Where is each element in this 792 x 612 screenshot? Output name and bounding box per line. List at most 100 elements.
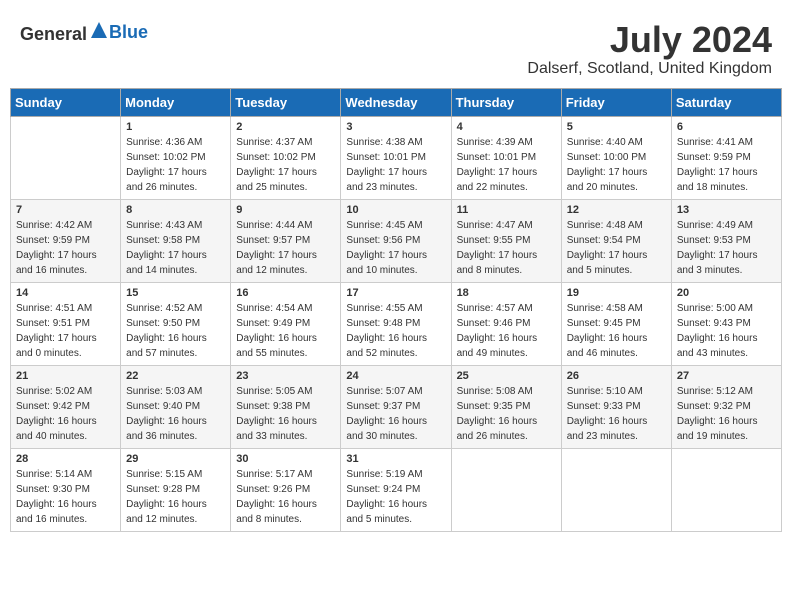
day-info: Sunrise: 5:00 AMSunset: 9:43 PMDaylight:… <box>677 301 776 361</box>
calendar-cell: 28 Sunrise: 5:14 AMSunset: 9:30 PMDayligh… <box>11 448 121 531</box>
day-info: Sunrise: 4:41 AMSunset: 9:59 PMDaylight:… <box>677 135 776 195</box>
calendar-cell: 14 Sunrise: 4:51 AMSunset: 9:51 PMDayligh… <box>11 282 121 365</box>
day-info: Sunrise: 4:51 AMSunset: 9:51 PMDaylight:… <box>16 301 115 361</box>
day-number: 2 <box>236 121 335 133</box>
calendar-cell: 17 Sunrise: 4:55 AMSunset: 9:48 PMDayligh… <box>341 282 451 365</box>
day-info: Sunrise: 5:17 AMSunset: 9:26 PMDaylight:… <box>236 467 335 527</box>
calendar-cell: 18 Sunrise: 4:57 AMSunset: 9:46 PMDayligh… <box>451 282 561 365</box>
day-number: 24 <box>346 370 445 382</box>
calendar-week-row: 14 Sunrise: 4:51 AMSunset: 9:51 PMDayligh… <box>11 282 782 365</box>
weekday-header: Thursday <box>451 88 561 116</box>
day-info: Sunrise: 4:55 AMSunset: 9:48 PMDaylight:… <box>346 301 445 361</box>
day-number: 12 <box>567 204 666 216</box>
calendar-cell: 9 Sunrise: 4:44 AMSunset: 9:57 PMDaylight… <box>231 199 341 282</box>
calendar-cell: 12 Sunrise: 4:48 AMSunset: 9:54 PMDayligh… <box>561 199 671 282</box>
weekday-header: Monday <box>121 88 231 116</box>
calendar-week-row: 28 Sunrise: 5:14 AMSunset: 9:30 PMDayligh… <box>11 448 782 531</box>
day-info: Sunrise: 5:19 AMSunset: 9:24 PMDaylight:… <box>346 467 445 527</box>
day-info: Sunrise: 4:52 AMSunset: 9:50 PMDaylight:… <box>126 301 225 361</box>
day-info: Sunrise: 5:14 AMSunset: 9:30 PMDaylight:… <box>16 467 115 527</box>
calendar-cell: 6 Sunrise: 4:41 AMSunset: 9:59 PMDaylight… <box>671 116 781 199</box>
day-info: Sunrise: 5:03 AMSunset: 9:40 PMDaylight:… <box>126 384 225 444</box>
calendar-cell: 29 Sunrise: 5:15 AMSunset: 9:28 PMDayligh… <box>121 448 231 531</box>
calendar-cell: 26Sunrise: 5:10 AMSunset: 9:33 PMDayligh… <box>561 365 671 448</box>
day-number: 21 <box>16 370 115 382</box>
day-info: Sunrise: 5:02 AMSunset: 9:42 PMDaylight:… <box>16 384 115 444</box>
day-number: 15 <box>126 287 225 299</box>
day-info: Sunrise: 5:08 AMSunset: 9:35 PMDaylight:… <box>457 384 556 444</box>
calendar-cell: 13Sunrise: 4:49 AMSunset: 9:53 PMDayligh… <box>671 199 781 282</box>
day-number: 3 <box>346 121 445 133</box>
day-info: Sunrise: 4:44 AMSunset: 9:57 PMDaylight:… <box>236 218 335 278</box>
calendar-cell: 3 Sunrise: 4:38 AMSunset: 10:01 PMDayligh… <box>341 116 451 199</box>
day-info: Sunrise: 5:07 AMSunset: 9:37 PMDaylight:… <box>346 384 445 444</box>
calendar-week-row: 1 Sunrise: 4:36 AMSunset: 10:02 PMDayligh… <box>11 116 782 199</box>
calendar-week-row: 21 Sunrise: 5:02 AMSunset: 9:42 PMDayligh… <box>11 365 782 448</box>
page-header: General Blue July 2024 Dalserf, Scotland… <box>10 10 782 83</box>
day-info: Sunrise: 4:39 AMSunset: 10:01 PMDaylight… <box>457 135 556 195</box>
day-number: 20 <box>677 287 776 299</box>
calendar-cell: 30 Sunrise: 5:17 AMSunset: 9:26 PMDayligh… <box>231 448 341 531</box>
day-number: 14 <box>16 287 115 299</box>
calendar-cell: 25 Sunrise: 5:08 AMSunset: 9:35 PMDayligh… <box>451 365 561 448</box>
day-info: Sunrise: 4:36 AMSunset: 10:02 PMDaylight… <box>126 135 225 195</box>
logo-general: General <box>20 24 87 44</box>
day-number: 19 <box>567 287 666 299</box>
calendar-cell: 15 Sunrise: 4:52 AMSunset: 9:50 PMDayligh… <box>121 282 231 365</box>
day-info: Sunrise: 5:05 AMSunset: 9:38 PMDaylight:… <box>236 384 335 444</box>
weekday-header: Wednesday <box>341 88 451 116</box>
day-number: 13 <box>677 204 776 216</box>
day-info: Sunrise: 4:37 AMSunset: 10:02 PMDaylight… <box>236 135 335 195</box>
calendar-header-row: SundayMondayTuesdayWednesdayThursdayFrid… <box>11 88 782 116</box>
day-number: 23 <box>236 370 335 382</box>
day-number: 25 <box>457 370 556 382</box>
day-number: 17 <box>346 287 445 299</box>
logo-icon <box>89 20 109 40</box>
title-section: July 2024 Dalserf, Scotland, United King… <box>527 20 772 78</box>
day-info: Sunrise: 5:12 AMSunset: 9:32 PMDaylight:… <box>677 384 776 444</box>
calendar-cell: 4 Sunrise: 4:39 AMSunset: 10:01 PMDayligh… <box>451 116 561 199</box>
calendar-cell <box>561 448 671 531</box>
calendar-cell <box>451 448 561 531</box>
calendar-cell: 10 Sunrise: 4:45 AMSunset: 9:56 PMDayligh… <box>341 199 451 282</box>
calendar-cell: 5Sunrise: 4:40 AMSunset: 10:00 PMDayligh… <box>561 116 671 199</box>
day-number: 18 <box>457 287 556 299</box>
day-info: Sunrise: 4:48 AMSunset: 9:54 PMDaylight:… <box>567 218 666 278</box>
calendar-cell: 21 Sunrise: 5:02 AMSunset: 9:42 PMDayligh… <box>11 365 121 448</box>
calendar-cell <box>11 116 121 199</box>
day-number: 5 <box>567 121 666 133</box>
day-info: Sunrise: 4:47 AMSunset: 9:55 PMDaylight:… <box>457 218 556 278</box>
day-number: 30 <box>236 453 335 465</box>
calendar-cell: 19 Sunrise: 4:58 AMSunset: 9:45 PMDayligh… <box>561 282 671 365</box>
calendar-cell: 31 Sunrise: 5:19 AMSunset: 9:24 PMDayligh… <box>341 448 451 531</box>
day-info: Sunrise: 5:15 AMSunset: 9:28 PMDaylight:… <box>126 467 225 527</box>
day-number: 16 <box>236 287 335 299</box>
calendar-week-row: 7Sunrise: 4:42 AMSunset: 9:59 PMDaylight… <box>11 199 782 282</box>
day-info: Sunrise: 5:10 AMSunset: 9:33 PMDaylight:… <box>567 384 666 444</box>
day-number: 6 <box>677 121 776 133</box>
day-number: 31 <box>346 453 445 465</box>
day-number: 28 <box>16 453 115 465</box>
day-number: 1 <box>126 121 225 133</box>
day-number: 22 <box>126 370 225 382</box>
day-info: Sunrise: 4:57 AMSunset: 9:46 PMDaylight:… <box>457 301 556 361</box>
weekday-header: Friday <box>561 88 671 116</box>
calendar-cell: 2 Sunrise: 4:37 AMSunset: 10:02 PMDayligh… <box>231 116 341 199</box>
logo: General Blue <box>20 20 148 45</box>
weekday-header: Tuesday <box>231 88 341 116</box>
day-number: 11 <box>457 204 556 216</box>
logo-blue: Blue <box>109 22 148 42</box>
day-number: 29 <box>126 453 225 465</box>
day-number: 8 <box>126 204 225 216</box>
day-number: 9 <box>236 204 335 216</box>
day-info: Sunrise: 4:54 AMSunset: 9:49 PMDaylight:… <box>236 301 335 361</box>
day-number: 4 <box>457 121 556 133</box>
day-info: Sunrise: 4:42 AMSunset: 9:59 PMDaylight:… <box>16 218 115 278</box>
calendar-cell: 7Sunrise: 4:42 AMSunset: 9:59 PMDaylight… <box>11 199 121 282</box>
day-number: 10 <box>346 204 445 216</box>
calendar-cell: 8Sunrise: 4:43 AMSunset: 9:58 PMDaylight… <box>121 199 231 282</box>
location-title: Dalserf, Scotland, United Kingdom <box>527 60 772 78</box>
day-info: Sunrise: 4:45 AMSunset: 9:56 PMDaylight:… <box>346 218 445 278</box>
day-info: Sunrise: 4:58 AMSunset: 9:45 PMDaylight:… <box>567 301 666 361</box>
day-info: Sunrise: 4:38 AMSunset: 10:01 PMDaylight… <box>346 135 445 195</box>
